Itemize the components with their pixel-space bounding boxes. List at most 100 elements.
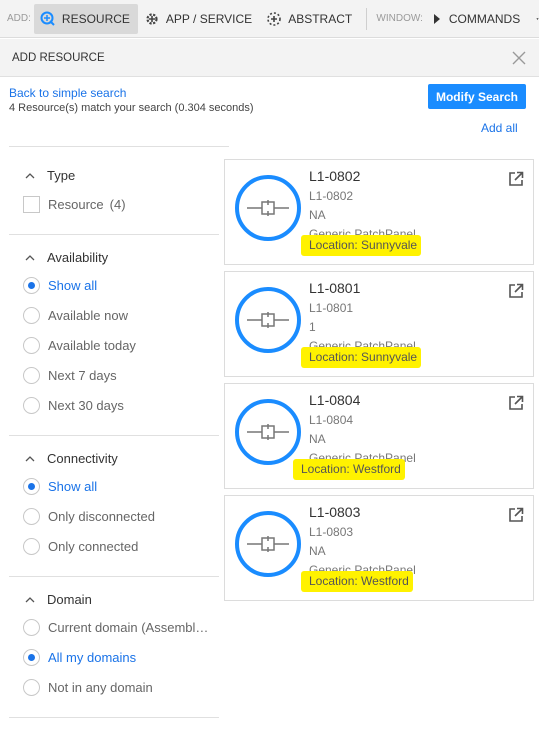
chevron-up-icon (25, 596, 35, 602)
result-card[interactable]: L1-0804 L1-0804 NA Generic PatchPanel Lo… (224, 383, 534, 489)
result-id: L1-0804 (309, 413, 354, 427)
resource-avatar (235, 175, 301, 241)
radio-selected[interactable] (23, 478, 40, 495)
window-label: WINDOW: (376, 13, 423, 24)
availability-7-days[interactable]: Next 7 days (23, 367, 117, 384)
connectivity-show-all[interactable]: Show all (23, 478, 97, 495)
patch-panel-icon (247, 312, 289, 328)
option-count: (4) (109, 197, 126, 212)
abstract-icon (267, 11, 281, 26)
resource-avatar (235, 511, 301, 577)
open-external-icon[interactable] (508, 283, 524, 299)
back-to-simple-search-link[interactable]: Back to simple search (9, 86, 126, 100)
filter-domain-header[interactable]: Domain (25, 592, 92, 607)
result-name: L1-0803 (309, 504, 361, 520)
filter-panel: Type Resource (4) Availability Show all … (9, 146, 229, 733)
result-location: Location: Sunnyvale (301, 235, 422, 256)
patch-panel-icon (247, 424, 289, 440)
resource-avatar (235, 287, 301, 353)
filter-connectivity-title: Connectivity (47, 451, 118, 466)
add-label: ADD: (7, 13, 31, 24)
open-external-icon[interactable] (508, 395, 524, 411)
chevron-up-icon (25, 254, 35, 260)
radio[interactable] (23, 679, 40, 696)
domain-all-mine[interactable]: All my domains (23, 649, 136, 666)
connectivity-disconnected[interactable]: Only disconnected (23, 508, 155, 525)
open-external-icon[interactable] (508, 507, 524, 523)
app-service-icon (146, 12, 158, 25)
availability-show-all[interactable]: Show all (23, 277, 97, 294)
result-name: L1-0801 (309, 280, 361, 296)
option-label: Show all (48, 479, 98, 494)
result-id: L1-0803 (309, 525, 354, 539)
commands-icon (433, 13, 440, 24)
modify-search-button[interactable]: Modify Search (428, 84, 526, 109)
option-label: Current domain (Assembl… (48, 620, 209, 635)
chevron-up-icon (25, 455, 35, 461)
result-location: Location: Westford (301, 571, 413, 592)
abstract-label: ABSTRACT (288, 11, 353, 26)
result-detail: NA (309, 432, 326, 446)
option-label: Resource (48, 197, 104, 212)
filter-connectivity-section: Connectivity Show all Only disconnected … (9, 436, 219, 577)
option-label: Not in any domain (48, 680, 153, 695)
filter-type-header[interactable]: Type (25, 168, 75, 183)
result-card[interactable]: L1-0801 L1-0801 1 Generic PatchPanel Loc… (224, 271, 534, 377)
resource-avatar (235, 399, 301, 465)
commands-button[interactable]: COMMANDS (431, 4, 528, 34)
close-icon[interactable] (510, 49, 528, 67)
option-label: Next 7 days (48, 368, 117, 383)
result-name: L1-0802 (309, 168, 361, 184)
radio-selected[interactable] (23, 277, 40, 294)
filter-availability-header[interactable]: Availability (25, 250, 108, 265)
app-service-button[interactable]: APP / SERVICE (138, 4, 260, 34)
result-card[interactable]: L1-0803 L1-0803 NA Generic PatchPanel Lo… (224, 495, 534, 601)
patch-panel-icon (247, 200, 289, 216)
domain-current[interactable]: Current domain (Assembl… (23, 619, 208, 636)
abstract-button[interactable]: ABSTRACT (260, 4, 360, 34)
domain-none[interactable]: Not in any domain (23, 679, 153, 696)
option-label: Only disconnected (48, 509, 155, 524)
match-count-text: 4 Resource(s) match your search (0.304 s… (9, 102, 254, 114)
radio[interactable] (23, 307, 40, 324)
radio[interactable] (23, 397, 40, 414)
resource-add-icon (40, 11, 55, 26)
option-label: Available today (48, 338, 136, 353)
result-name: L1-0804 (309, 392, 361, 408)
app-service-label: APP / SERVICE (165, 11, 253, 26)
filter-connectivity-header[interactable]: Connectivity (25, 451, 118, 466)
filter-domain-section: Domain Current domain (Assembl… All my d… (9, 577, 219, 718)
result-card[interactable]: L1-0802 L1-0802 NA Generic PatchPanel Lo… (224, 159, 534, 265)
option-label: Available now (48, 308, 128, 323)
resource-button[interactable]: RESOURCE (33, 3, 138, 34)
option-label: All my domains (48, 650, 137, 665)
patch-panel-icon (247, 536, 289, 552)
filter-availability-section: Availability Show all Available now Avai… (9, 235, 219, 436)
radio[interactable] (23, 538, 40, 555)
filter-type-title: Type (47, 168, 76, 183)
result-id: L1-0801 (309, 301, 354, 315)
option-label: Only connected (48, 539, 139, 554)
radio[interactable] (23, 619, 40, 636)
result-id: L1-0802 (309, 189, 354, 203)
availability-30-days[interactable]: Next 30 days (23, 397, 124, 414)
result-detail: 1 (309, 320, 316, 334)
radio-selected[interactable] (23, 649, 40, 666)
filter-type-resource-option[interactable]: Resource (4) (23, 196, 126, 213)
add-all-link[interactable]: Add all (481, 121, 518, 135)
option-label: Next 30 days (48, 398, 124, 413)
connectivity-connected[interactable]: Only connected (23, 538, 138, 555)
filter-availability-title: Availability (47, 250, 109, 265)
result-detail: NA (309, 544, 326, 558)
radio[interactable] (23, 367, 40, 384)
radio[interactable] (23, 508, 40, 525)
radio[interactable] (23, 337, 40, 354)
checkbox[interactable] (23, 196, 40, 213)
availability-today[interactable]: Available today (23, 337, 136, 354)
panel-header: ADD RESOURCE (0, 39, 539, 77)
availability-now[interactable]: Available now (23, 307, 128, 324)
panel-title: ADD RESOURCE (12, 52, 105, 64)
open-external-icon[interactable] (508, 171, 524, 187)
resource-label: RESOURCE (61, 11, 130, 26)
commands-label: COMMANDS (448, 11, 521, 26)
